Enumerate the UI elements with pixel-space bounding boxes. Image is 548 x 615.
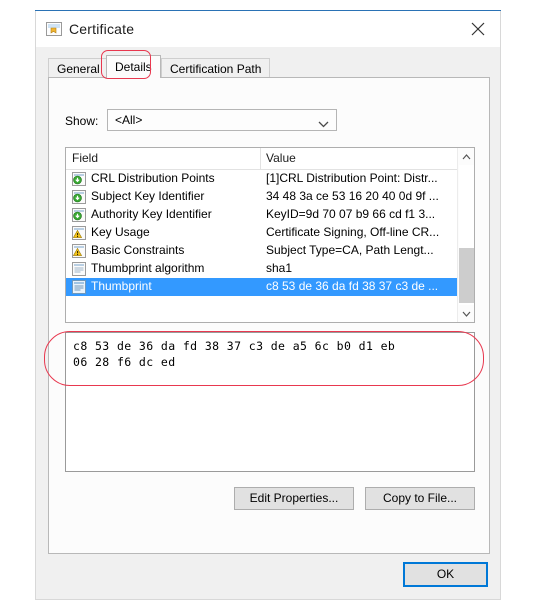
- scrollbar-thumb[interactable]: [459, 248, 474, 303]
- row-field-name: Thumbprint algorithm: [91, 261, 205, 275]
- row-field-name: Thumbprint: [91, 279, 152, 293]
- row-field-value: c8 53 de 36 da fd 38 37 c3 de ...: [266, 279, 439, 293]
- column-divider: [260, 148, 261, 169]
- details-tab-panel: Show: <All> Field Value CRL Distribution…: [48, 77, 490, 554]
- table-row[interactable]: Basic Constraints Subject Type=CA, Path …: [66, 242, 474, 260]
- row-field-value: Certificate Signing, Off-line CR...: [266, 225, 440, 239]
- chevron-up-icon: [462, 154, 471, 160]
- field-detail-text: c8 53 de 36 da fd 38 37 c3 de a5 6c b0 d…: [73, 339, 396, 369]
- property-document-icon: [72, 280, 86, 294]
- scrollbar-down-button[interactable]: [458, 305, 474, 322]
- table-row[interactable]: Thumbprint algorithm sha1: [66, 260, 474, 278]
- chevron-down-icon: [462, 311, 471, 317]
- table-row[interactable]: CRL Distribution Points [1]CRL Distribut…: [66, 170, 474, 188]
- tab-certification-path[interactable]: Certification Path: [161, 58, 271, 78]
- field-detail-textbox[interactable]: c8 53 de 36 da fd 38 37 c3 de a5 6c b0 d…: [65, 332, 475, 472]
- dialog-footer: OK: [36, 554, 500, 599]
- extension-warning-icon: [72, 226, 86, 240]
- extension-green-arrow-icon: [72, 172, 86, 186]
- edit-properties-button[interactable]: Edit Properties...: [234, 487, 354, 510]
- row-field-name: Subject Key Identifier: [91, 189, 205, 203]
- table-row[interactable]: Subject Key Identifier 34 48 3a ce 53 16…: [66, 188, 474, 206]
- row-field-name: Basic Constraints: [91, 243, 185, 257]
- row-field-value: KeyID=9d 70 07 b9 66 cd f1 3...: [266, 207, 436, 221]
- table-row[interactable]: Authority Key Identifier KeyID=9d 70 07 …: [66, 206, 474, 224]
- copy-to-file-button[interactable]: Copy to File...: [365, 487, 475, 510]
- list-column-header: Field Value: [66, 148, 474, 170]
- table-row[interactable]: Key Usage Certificate Signing, Off-line …: [66, 224, 474, 242]
- show-filter-dropdown[interactable]: <All>: [107, 109, 337, 131]
- row-field-value: [1]CRL Distribution Point: Distr...: [266, 171, 438, 185]
- extension-green-arrow-icon: [72, 190, 86, 204]
- tab-details[interactable]: Details: [106, 55, 161, 78]
- certificate-dialog: Certificate General Details Certificatio…: [35, 11, 501, 600]
- ok-button[interactable]: OK: [403, 562, 488, 587]
- row-field-name: Key Usage: [91, 225, 150, 239]
- extension-warning-icon: [72, 244, 86, 258]
- row-field-value: Subject Type=CA, Path Lengt...: [266, 243, 434, 257]
- dialog-titlebar: Certificate: [36, 11, 500, 47]
- close-button[interactable]: [456, 11, 500, 45]
- dialog-title: Certificate: [69, 21, 135, 37]
- certificate-icon: [46, 22, 62, 36]
- column-header-value: Value: [266, 151, 296, 165]
- row-field-name: Authority Key Identifier: [91, 207, 212, 221]
- show-filter-label: Show:: [65, 114, 99, 128]
- property-document-icon: [72, 262, 86, 276]
- row-field-name: CRL Distribution Points: [91, 171, 215, 185]
- list-rows-container: CRL Distribution Points [1]CRL Distribut…: [66, 170, 474, 296]
- show-filter-value: <All>: [115, 113, 143, 127]
- row-field-value: 34 48 3a ce 53 16 20 40 0d 9f ...: [266, 189, 439, 203]
- page-background: Certificate General Details Certificatio…: [0, 0, 548, 615]
- extension-green-arrow-icon: [72, 208, 86, 222]
- list-scrollbar[interactable]: [457, 148, 474, 322]
- tab-strip: General Details Certification Path: [48, 55, 490, 78]
- chevron-down-icon: [318, 117, 329, 131]
- row-field-value: sha1: [266, 261, 293, 275]
- tab-general[interactable]: General: [48, 58, 109, 78]
- certificate-field-list[interactable]: Field Value CRL Distribution Points [1]C…: [65, 147, 475, 323]
- column-header-field: Field: [72, 151, 99, 165]
- scrollbar-up-button[interactable]: [458, 148, 474, 165]
- close-icon: [471, 22, 485, 36]
- table-row-selected[interactable]: Thumbprint c8 53 de 36 da fd 38 37 c3 de…: [66, 278, 474, 296]
